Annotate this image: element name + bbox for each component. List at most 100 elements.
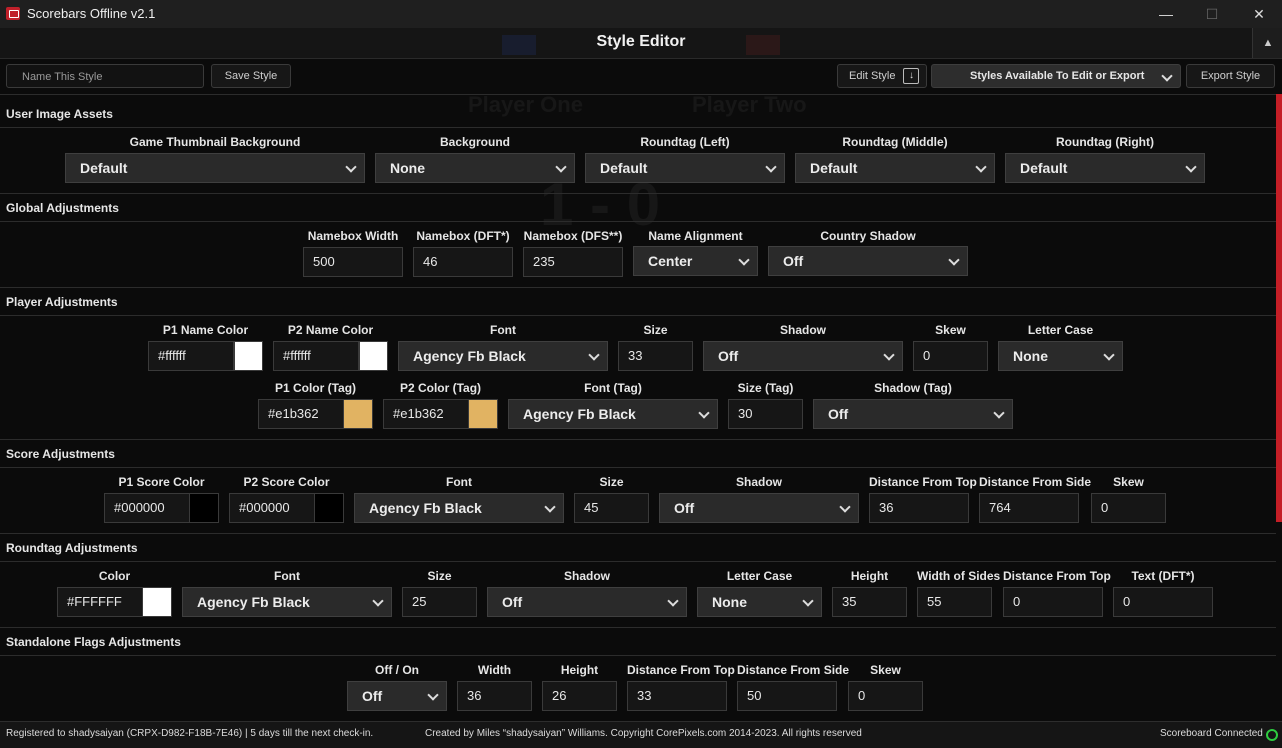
player-font-label: Font [490, 323, 516, 337]
chevron-down-icon [588, 349, 600, 361]
style-name-input[interactable]: Name This Style [6, 64, 204, 88]
player-font-value: Agency Fb Black [413, 348, 526, 364]
roundtag-height-input[interactable]: 35 [832, 587, 907, 617]
score-skew-label: Skew [1113, 475, 1144, 489]
edit-style-button[interactable]: Edit Style ↓ [837, 64, 927, 88]
background-select[interactable]: None [375, 153, 575, 183]
player-shadow-select[interactable]: Off [703, 341, 903, 371]
roundtag-letter-case-select[interactable]: None [697, 587, 822, 617]
font-tag-label: Font (Tag) [584, 381, 642, 395]
score-distance-top-input[interactable]: 36 [869, 493, 969, 523]
page-title: Style Editor [596, 33, 686, 50]
p2-score-color-input[interactable]: #000000 [229, 493, 315, 523]
app-logo-icon [6, 7, 20, 20]
font-tag-select[interactable]: Agency Fb Black [508, 399, 718, 429]
flags-off-on-label: Off / On [375, 663, 419, 677]
flags-distance-top-input[interactable]: 33 [627, 681, 727, 711]
connection-indicator-icon [1266, 729, 1278, 741]
p1-name-color-swatch[interactable] [234, 341, 263, 371]
shadow-tag-label: Shadow (Tag) [874, 381, 952, 395]
font-tag-value: Agency Fb Black [523, 406, 636, 422]
p1-color-tag-swatch[interactable] [343, 399, 373, 429]
name-alignment-select[interactable]: Center [633, 246, 758, 276]
flags-width-input[interactable]: 36 [457, 681, 532, 711]
name-alignment-value: Center [648, 253, 693, 269]
roundtag-size-input[interactable]: 25 [402, 587, 477, 617]
size-tag-input[interactable]: 30 [728, 399, 803, 429]
country-shadow-value: Off [783, 253, 804, 269]
save-style-button[interactable]: Save Style [211, 64, 291, 88]
player-size-input[interactable]: 33 [618, 341, 693, 371]
country-shadow-select[interactable]: Off [768, 246, 968, 276]
roundtag-color-swatch[interactable] [142, 587, 172, 617]
chevron-down-icon [948, 254, 960, 266]
player-font-select[interactable]: Agency Fb Black [398, 341, 608, 371]
score-font-select[interactable]: Agency Fb Black [354, 493, 564, 523]
divider [0, 94, 1276, 95]
score-size-label: Size [599, 475, 624, 489]
p2-score-color-swatch[interactable] [314, 493, 344, 523]
roundtag-right-select[interactable]: Default [1005, 153, 1205, 183]
player-skew-input[interactable]: 0 [913, 341, 988, 371]
namebox-dfs-label: Namebox (DFS**) [523, 229, 623, 243]
section-title-user-image-assets: User Image Assets [6, 107, 113, 121]
chevron-down-icon [802, 595, 814, 607]
namebox-dft-input[interactable]: 46 [413, 247, 513, 277]
chevron-down-icon [1103, 349, 1115, 361]
import-icon: ↓ [903, 68, 920, 84]
flags-off-on-select[interactable]: Off [347, 681, 447, 711]
namebox-dfs-input[interactable]: 235 [523, 247, 623, 277]
roundtag-shadow-select[interactable]: Off [487, 587, 687, 617]
roundtag-left-select[interactable]: Default [585, 153, 785, 183]
shadow-tag-select[interactable]: Off [813, 399, 1013, 429]
thumbnail-bg-select[interactable]: Default [65, 153, 365, 183]
styles-select[interactable]: Styles Available To Edit or Export [931, 64, 1181, 88]
flags-skew-input[interactable]: 0 [848, 681, 923, 711]
roundtag-middle-select[interactable]: Default [795, 153, 995, 183]
collapse-panel-button[interactable]: ▲ [1252, 28, 1282, 58]
p1-score-color-swatch[interactable] [189, 493, 219, 523]
copyright-text: Created by Miles “shadysaiyan” Williams.… [425, 728, 862, 739]
export-style-button[interactable]: Export Style [1186, 64, 1275, 88]
p2-name-color-input[interactable]: #ffffff [273, 341, 359, 371]
chevron-down-icon [667, 595, 679, 607]
shadow-tag-value: Off [828, 406, 849, 422]
score-distance-top-label: Distance From Top [869, 475, 977, 489]
minimize-button[interactable]: — [1143, 0, 1189, 28]
roundtag-font-select[interactable]: Agency Fb Black [182, 587, 392, 617]
roundtag-color-input[interactable]: #FFFFFF [57, 587, 143, 617]
p1-color-tag-input[interactable]: #e1b362 [258, 399, 344, 429]
roundtag-right-value: Default [1020, 160, 1068, 176]
scrollbar-thumb[interactable] [1276, 94, 1282, 522]
roundtag-distance-top-input[interactable]: 0 [1003, 587, 1103, 617]
chevron-down-icon [555, 161, 567, 173]
p2-color-tag-swatch[interactable] [468, 399, 498, 429]
player-letter-case-select[interactable]: None [998, 341, 1123, 371]
p2-name-color-swatch[interactable] [359, 341, 388, 371]
score-distance-side-label: Distance From Side [979, 475, 1092, 489]
score-shadow-select[interactable]: Off [659, 493, 859, 523]
p1-name-color-input[interactable]: #ffffff [148, 341, 234, 371]
roundtag-width-sides-input[interactable]: 55 [917, 587, 992, 617]
p2-color-tag-input[interactable]: #e1b362 [383, 399, 469, 429]
maximize-button[interactable]: ☐ [1189, 0, 1235, 28]
namebox-width-input[interactable]: 500 [303, 247, 403, 277]
player-shadow-value: Off [718, 348, 739, 364]
section-title-global-adjustments: Global Adjustments [6, 201, 119, 215]
score-distance-side-input[interactable]: 764 [979, 493, 1079, 523]
flags-distance-side-input[interactable]: 50 [737, 681, 837, 711]
chevron-down-icon [1185, 161, 1197, 173]
chevron-down-icon [372, 595, 384, 607]
close-button[interactable]: ✕ [1236, 0, 1282, 28]
roundtag-text-dft-input[interactable]: 0 [1113, 587, 1213, 617]
roundtag-distance-top-label: Distance From Top [1003, 569, 1111, 583]
divider [0, 221, 1276, 222]
namebox-dft-label: Namebox (DFT*) [416, 229, 510, 243]
namebox-width-label: Namebox Width [307, 229, 399, 243]
flags-height-input[interactable]: 26 [542, 681, 617, 711]
score-skew-input[interactable]: 0 [1091, 493, 1166, 523]
p1-score-color-input[interactable]: #000000 [104, 493, 190, 523]
score-size-input[interactable]: 45 [574, 493, 649, 523]
divider [0, 533, 1276, 534]
score-shadow-value: Off [674, 500, 695, 516]
